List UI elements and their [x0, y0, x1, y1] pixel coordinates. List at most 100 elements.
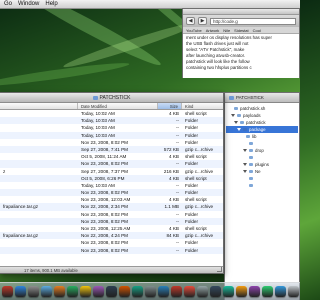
dock-app-icon[interactable]: [158, 286, 169, 297]
bookmark-item[interactable]: Artwork: [206, 27, 220, 33]
table-row[interactable]: Nov 23, 2008, 8:02 PM -- Folder: [0, 160, 223, 168]
outline-row[interactable]: patchstick.sh: [226, 105, 298, 112]
outline-row[interactable]: drop: [226, 147, 298, 154]
table-row[interactable]: Today, 10:03 AM -- Folder: [0, 182, 223, 189]
date-modified: Nov 23, 2008, 8:02 PM: [81, 240, 128, 246]
date-modified: [78, 254, 158, 261]
disclosure-triangle-icon[interactable]: [243, 163, 247, 166]
dock-app-icon[interactable]: [2, 286, 13, 297]
table-row[interactable]: z Sep 27, 2008, 7:37 PM 216 KB gzip c...rch…: [0, 168, 223, 175]
resize-grip[interactable]: [217, 267, 222, 272]
folder-icon: [249, 149, 253, 152]
outline-row[interactable]: [226, 154, 298, 161]
table-row[interactable]: Sep 27, 2008, 7:41 PM 572 KB gzip c...rchi…: [0, 145, 223, 154]
dock-app-icon[interactable]: [93, 286, 104, 297]
outline-label: package: [249, 127, 266, 132]
back-button[interactable]: ◀: [186, 17, 195, 25]
bookmark-item[interactable]: Cool: [253, 27, 261, 33]
date-modified: Nov 23, 2008, 8:02 PM: [81, 211, 128, 217]
date-modified: Today, 10:03 AM: [81, 182, 115, 188]
table-row[interactable]: Nov 23, 2008, 8:02 PM -- Folder: [0, 217, 223, 225]
file-size: 4 KB: [169, 154, 179, 160]
menu-help[interactable]: Help: [45, 1, 57, 7]
dock-app-icon[interactable]: [41, 286, 52, 297]
dock-app-icon[interactable]: [28, 286, 39, 297]
status-bar: 17 items, 900.1 MB available: [0, 266, 223, 273]
dock-app-icon[interactable]: [15, 286, 26, 297]
date-modified: Sep 27, 2008, 7:37 PM: [81, 168, 128, 174]
disclosure-triangle-icon[interactable]: [234, 121, 238, 124]
dock-app-icon[interactable]: [119, 286, 130, 297]
finder-title-bar[interactable]: PATCHSTICK: [225, 93, 299, 103]
menu-window[interactable]: Window: [18, 1, 39, 7]
bookmark-item[interactable]: Nile: [223, 27, 230, 33]
dock-app-icon[interactable]: [145, 286, 156, 297]
dock-app-icon[interactable]: [132, 286, 143, 297]
bookmark-item[interactable]: Sidestat: [234, 27, 248, 33]
file-name: [0, 160, 78, 167]
column-kind[interactable]: Kind: [182, 103, 223, 109]
file-kind: shell script: [185, 154, 207, 160]
table-row[interactable]: Today, 10:02 AM 4 KB shell script: [0, 110, 223, 117]
column-name[interactable]: [0, 103, 78, 109]
file-name: [0, 132, 78, 139]
dock-app-icon[interactable]: [197, 286, 208, 297]
outline-label: payloads: [243, 113, 261, 118]
dock-app-icon[interactable]: [54, 286, 65, 297]
outline-row[interactable]: patchstick: [226, 119, 298, 126]
outline-row[interactable]: payloads: [226, 112, 298, 119]
dock-app-icon[interactable]: [249, 286, 260, 297]
outline-row[interactable]: Ne: [226, 168, 298, 175]
disclosure-triangle-icon[interactable]: [243, 149, 247, 152]
file-size: 4 KB: [169, 175, 179, 181]
disclosure-triangle-icon[interactable]: [231, 114, 235, 117]
table-row[interactable]: Today, 10:03 AM -- Folder: [0, 124, 223, 131]
folder-icon: [249, 170, 253, 173]
table-row[interactable]: frapaliance.tar.gz Nov 22, 2008, 4:24 PM 8…: [0, 232, 223, 240]
disclosure-triangle-icon[interactable]: [243, 170, 247, 173]
bookmark-item[interactable]: YouTube: [186, 27, 202, 33]
menu-go[interactable]: Go: [4, 1, 12, 7]
table-row[interactable]: Today, 10:03 AM -- Folder: [0, 117, 223, 125]
dock-app-icon[interactable]: [184, 286, 195, 297]
outline-row[interactable]: lib: [226, 133, 298, 140]
table-row[interactable]: Nov 23, 2008, 12:03 AM 4 KB shell script: [0, 196, 223, 203]
dock-app-icon[interactable]: [223, 286, 234, 297]
disclosure-triangle-icon[interactable]: [237, 128, 241, 131]
dock-app-icon[interactable]: [275, 286, 286, 297]
outline-label: drop: [255, 148, 264, 153]
dock-app-icon[interactable]: [210, 286, 221, 297]
dock-app-icon[interactable]: [262, 286, 273, 297]
file-kind: Folder: [185, 240, 199, 246]
dock-app-icon[interactable]: [288, 286, 299, 297]
table-row[interactable]: Oct 5, 2008, 6:26 PM 4 KB shell script: [0, 174, 223, 182]
dock-app-icon[interactable]: [67, 286, 78, 297]
dock-app-icon[interactable]: [236, 286, 247, 297]
table-row[interactable]: Oct 5, 2008, 11:24 AM 4 KB shell script: [0, 153, 223, 160]
forward-button[interactable]: ▶: [198, 17, 207, 25]
column-size[interactable]: Size: [158, 103, 182, 109]
file-name: [0, 146, 78, 153]
table-row[interactable]: [0, 254, 223, 261]
dock-app-icon[interactable]: [171, 286, 182, 297]
outline-row[interactable]: [226, 182, 298, 189]
table-row[interactable]: Nov 23, 2008, 12:25 AM 4 KB shell script: [0, 225, 223, 232]
outline-row[interactable]: package: [226, 126, 298, 133]
url-field[interactable]: http://code.g: [210, 17, 296, 25]
outline-row[interactable]: [226, 140, 298, 147]
table-row[interactable]: Today, 10:03 AM -- Folder: [0, 131, 223, 139]
dock-app-icon[interactable]: [80, 286, 91, 297]
outline-row[interactable]: plugins: [226, 161, 298, 168]
table-row[interactable]: Nov 23, 2008, 8:02 PM -- Folder: [0, 211, 223, 218]
file-kind: Folder: [185, 218, 199, 224]
table-row[interactable]: Nov 23, 2008, 8:02 PM -- Folder: [0, 139, 223, 146]
outline-row[interactable]: [226, 175, 298, 182]
column-date-modified[interactable]: Date Modified: [78, 103, 158, 109]
file-name: [0, 247, 78, 254]
dock-app-icon[interactable]: [106, 286, 117, 297]
table-row[interactable]: Nov 23, 2008, 8:02 PM -- Folder: [0, 189, 223, 197]
table-row[interactable]: Nov 23, 2008, 8:02 PM -- Folder: [0, 246, 223, 254]
table-row[interactable]: Nov 23, 2008, 8:02 PM -- Folder: [0, 239, 223, 246]
finder-title-bar[interactable]: PATCHSTICK: [0, 93, 223, 103]
table-row[interactable]: frapaliance.tar.gz Nov 22, 2008, 2:34 PM 1…: [0, 203, 223, 211]
